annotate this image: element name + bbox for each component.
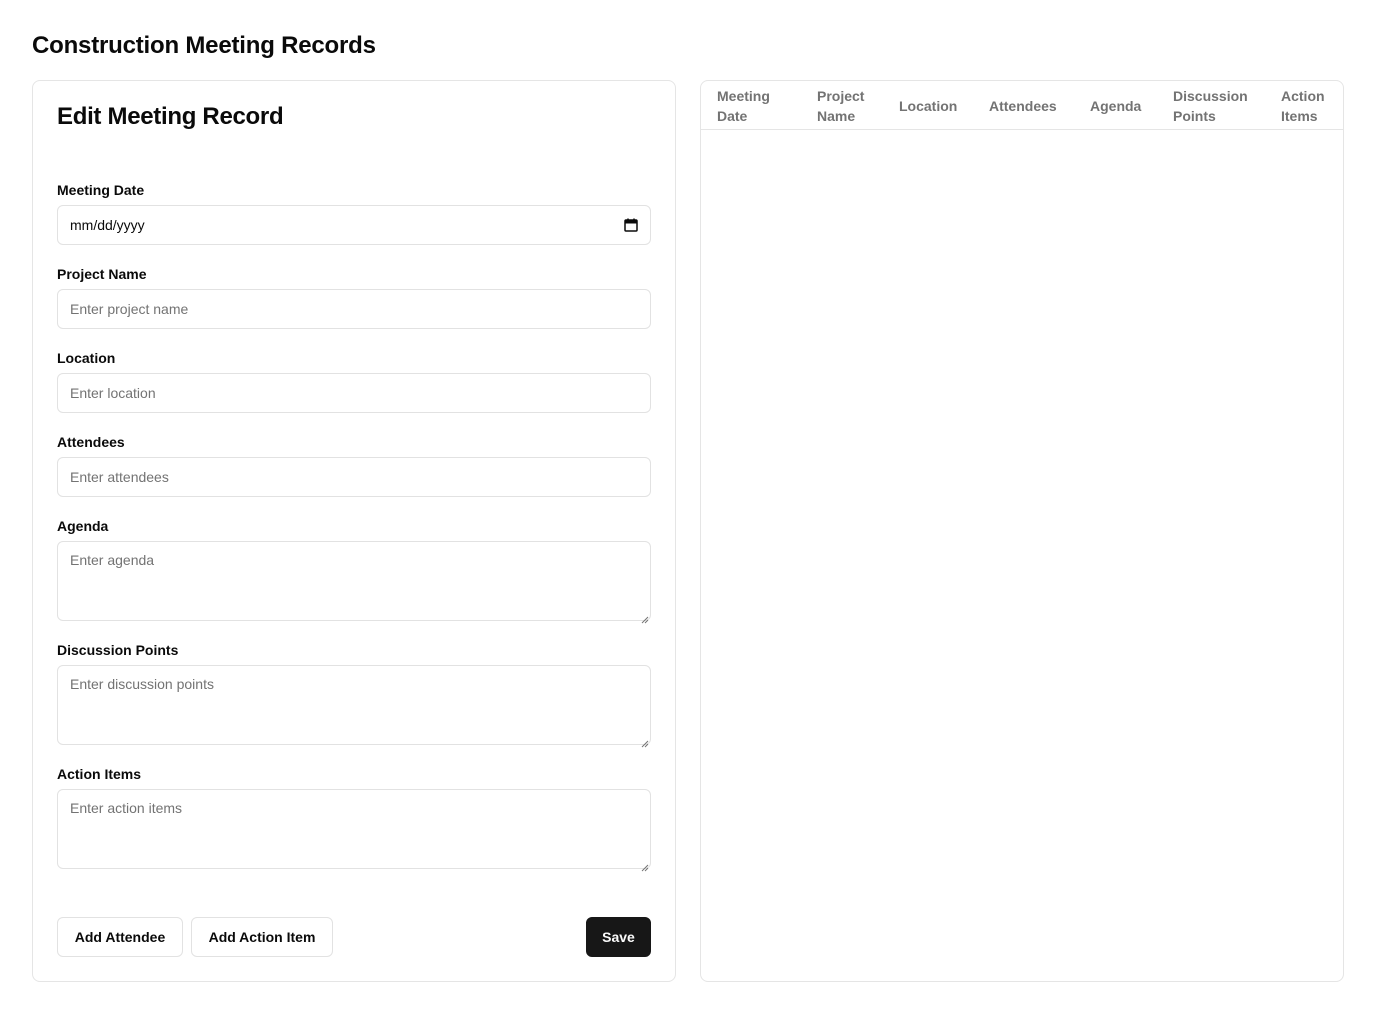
discussion-points-label: Discussion Points <box>57 642 179 658</box>
column-header-meeting-date[interactable]: Meeting Date <box>717 81 807 130</box>
attendees-input[interactable] <box>57 457 651 497</box>
column-header-location[interactable]: Location <box>899 81 979 130</box>
table-header: Meeting Date Project Name Location Attende… <box>701 81 1343 130</box>
page-title: Construction Meeting Records <box>32 32 376 59</box>
action-items-label: Action Items <box>57 766 142 782</box>
column-header-discussion-points[interactable]: Discussion Points <box>1173 81 1263 130</box>
column-header-agenda[interactable]: Agenda <box>1090 81 1160 130</box>
meeting-records-table: Meeting Date Project Name Location Attende… <box>700 80 1344 982</box>
project-name-label: Project Name <box>57 266 147 282</box>
agenda-label: Agenda <box>57 518 109 534</box>
column-header-text: Location <box>899 97 958 114</box>
calendar-icon[interactable] <box>624 218 638 232</box>
location-input[interactable] <box>57 373 651 413</box>
project-name-input[interactable] <box>57 289 651 329</box>
agenda-textarea[interactable] <box>57 541 651 621</box>
discussion-points-resize-handle[interactable] <box>641 735 649 748</box>
location-label: Location <box>57 350 116 366</box>
table-body <box>701 130 1343 981</box>
form-title: Edit Meeting Record <box>57 103 284 130</box>
discussion-points-textarea[interactable] <box>57 665 651 745</box>
meeting-date-label: Meeting Date <box>57 182 145 198</box>
column-header-text: Points <box>1173 107 1216 124</box>
add-action-item-button[interactable]: Add Action Item <box>191 917 333 957</box>
column-header-text: Meeting <box>717 87 770 104</box>
column-header-text: Action <box>1281 87 1325 104</box>
column-header-text: Items <box>1281 107 1318 124</box>
column-header-text: Project <box>817 87 865 104</box>
column-header-text: Date <box>717 107 748 124</box>
agenda-resize-handle[interactable] <box>641 611 649 624</box>
action-items-textarea[interactable] <box>57 789 651 869</box>
column-header-text: Discussion <box>1173 87 1248 104</box>
meeting-date-input[interactable]: mm/dd/yyyy <box>57 205 651 245</box>
column-header-action-items[interactable]: Action Items <box>1281 81 1341 130</box>
column-header-text: Attendees <box>989 97 1057 114</box>
attendees-label: Attendees <box>57 434 125 450</box>
column-header-text: Name <box>817 107 856 124</box>
edit-meeting-form: Edit Meeting Record Meeting Date mm/dd/y… <box>32 80 676 982</box>
save-button[interactable]: Save <box>586 917 651 957</box>
meeting-date-value: mm/dd/yyyy <box>70 217 145 233</box>
column-header-text: Agenda <box>1090 97 1142 114</box>
column-header-project-name[interactable]: Project Name <box>817 81 887 130</box>
add-attendee-button[interactable]: Add Attendee <box>57 917 183 957</box>
action-items-resize-handle[interactable] <box>641 859 649 872</box>
column-header-attendees[interactable]: Attendees <box>989 81 1079 130</box>
